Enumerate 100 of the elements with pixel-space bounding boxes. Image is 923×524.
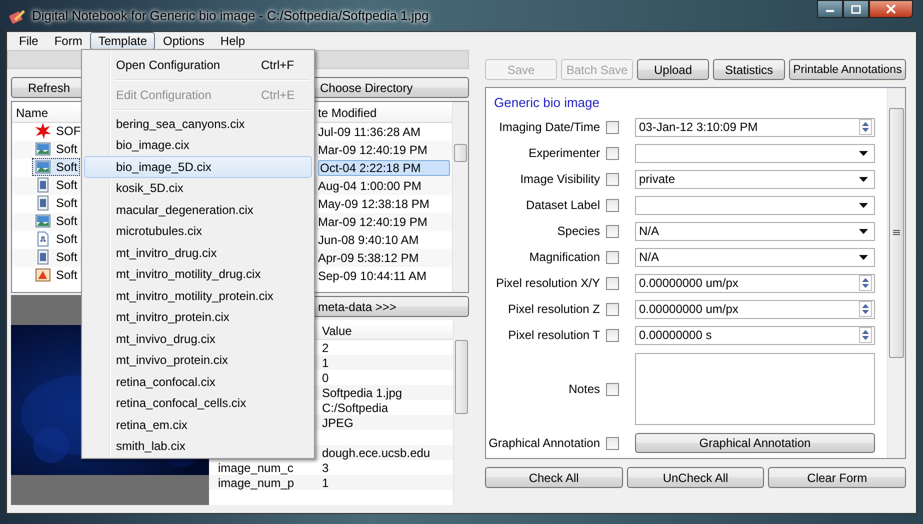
- menu-item[interactable]: smith_lab.cix: [84, 436, 312, 457]
- minimize-button[interactable]: [817, 0, 843, 18]
- file-name: Soft: [56, 178, 78, 192]
- file-date: Jul-09 11:36:28 AM: [318, 125, 422, 139]
- menu-item[interactable]: bering_sea_canyons.cix: [84, 113, 312, 134]
- file-name: Soft: [56, 214, 78, 228]
- checkbox[interactable]: [606, 436, 619, 450]
- menu-item[interactable]: macular_degeneration.cix: [84, 199, 312, 220]
- checkbox[interactable]: [606, 250, 619, 264]
- notes-field[interactable]: [635, 353, 875, 425]
- dropdown[interactable]: [635, 144, 875, 162]
- dropdown[interactable]: private: [635, 170, 875, 188]
- file-name: Soft: [56, 268, 78, 282]
- form-button[interactable]: UnCheck All: [626, 467, 764, 488]
- file-name: Soft: [56, 250, 78, 264]
- menu-item[interactable]: Form: [46, 32, 90, 50]
- caret-icon: [859, 176, 868, 182]
- file-name: Soft: [56, 160, 78, 174]
- spin-box[interactable]: 03-Jan-12 3:10:09 PM: [635, 118, 875, 136]
- spin-arrows-icon[interactable]: [859, 301, 872, 317]
- menu-item[interactable]: kosik_5D.cix: [84, 178, 312, 199]
- grip-icon: [893, 230, 900, 236]
- dropdown[interactable]: N/A: [635, 248, 875, 266]
- file-name: Soft: [56, 196, 78, 210]
- spin-box[interactable]: 0.00000000 um/px: [635, 274, 875, 292]
- film-icon: [35, 249, 51, 265]
- film-icon: [35, 195, 51, 211]
- close-button[interactable]: [869, 0, 913, 18]
- menu-item[interactable]: mt_invitro_drug.cix: [84, 242, 312, 264]
- menu-item[interactable]: bio_image.cix: [84, 134, 312, 156]
- toolbar-button[interactable]: Statistics: [713, 59, 785, 80]
- menu-item[interactable]: Help: [212, 32, 254, 50]
- checkbox[interactable]: [606, 302, 619, 316]
- form-button[interactable]: Clear Form: [768, 467, 906, 488]
- spin-box[interactable]: 0.00000000 s: [635, 326, 875, 344]
- file-date: Apr-09 5:38:12 PM: [318, 251, 420, 265]
- menu-item[interactable]: Template: [90, 32, 156, 50]
- file-row-highlight[interactable]: Soft: [32, 194, 80, 212]
- menu-item[interactable]: mt_invitro_motility_drug.cix: [84, 264, 312, 285]
- dropdown[interactable]: N/A: [635, 222, 875, 240]
- metadata-value: JPEG: [322, 416, 354, 430]
- caret-icon: [859, 254, 868, 260]
- column-header[interactable]: te Modified: [318, 106, 452, 120]
- spin-arrows-icon[interactable]: [859, 119, 872, 135]
- checkbox[interactable]: [606, 120, 619, 134]
- menu-item[interactable]: microtubules.cix: [84, 220, 312, 242]
- field-label: Species: [556, 224, 600, 238]
- metadata-value: dough.ece.ucsb.edu: [322, 446, 430, 460]
- checkbox[interactable]: [606, 276, 619, 290]
- menu-item[interactable]: File: [11, 32, 46, 50]
- caret-icon: [859, 202, 868, 208]
- file-date: Mar-09 12:40:19 PM: [318, 143, 428, 157]
- caret-icon: [859, 228, 868, 234]
- graphical-annotation-button[interactable]: Graphical Annotation: [635, 433, 875, 453]
- image-file-icon: [35, 213, 51, 229]
- menu-item[interactable]: retina_confocal_cells.cix: [84, 392, 312, 414]
- file-date: Mar-09 12:40:19 PM: [318, 215, 428, 229]
- metadata-value: Softpedia 1.jpg: [322, 386, 402, 400]
- menu-item[interactable]: retina_confocal.cix: [84, 371, 312, 392]
- field-label: Dataset Label: [524, 198, 600, 212]
- dropdown[interactable]: [635, 196, 875, 214]
- file-row-highlight[interactable]: Soft: [32, 266, 80, 284]
- caret-icon: [859, 150, 868, 156]
- spin-box[interactable]: 0.00000000 um/px: [635, 300, 875, 318]
- checkbox[interactable]: [606, 172, 619, 186]
- metadata-value: C:/Softpedia: [322, 400, 388, 414]
- metadata-value: 1: [322, 476, 329, 490]
- checkbox[interactable]: [606, 382, 619, 396]
- checkbox[interactable]: [606, 198, 619, 212]
- form-button[interactable]: Check All: [485, 467, 623, 488]
- menu-item[interactable]: mt_invivo_protein.cix: [84, 350, 312, 371]
- checkbox[interactable]: [606, 328, 619, 342]
- menu-item[interactable]: Options: [155, 32, 212, 50]
- menu-item[interactable]: retina_em.cix: [84, 414, 312, 436]
- file-name: SOF: [56, 124, 81, 138]
- file-row-highlight[interactable]: Soft: [32, 212, 80, 230]
- file-date: Jun-08 9:40:10 AM: [318, 233, 420, 247]
- metadata-value: 2: [322, 340, 329, 354]
- file-row-highlight[interactable]: Soft: [32, 158, 80, 176]
- menu-item[interactable]: mt_invivo_drug.cix: [84, 328, 312, 350]
- menu-item[interactable]: bio_image_5D.cix: [84, 156, 312, 178]
- file-row-highlight[interactable]: Soft: [32, 176, 80, 194]
- checkbox[interactable]: [606, 146, 619, 160]
- checkbox[interactable]: [606, 224, 619, 238]
- spin-arrows-icon[interactable]: [859, 327, 872, 343]
- menu-item[interactable]: Open Configuration Ctrl+F: [84, 53, 312, 77]
- spin-arrows-icon[interactable]: [859, 275, 872, 291]
- metadata-value: 3: [322, 460, 329, 474]
- file-row-highlight[interactable]: Soft: [32, 230, 80, 248]
- metadata-value: 1: [322, 356, 329, 370]
- toolbar-button[interactable]: Printable Annotations: [789, 59, 906, 80]
- field-label: Imaging Date/Time: [498, 120, 600, 134]
- scrollbar[interactable]: [887, 88, 905, 458]
- scrollbar[interactable]: [452, 102, 468, 292]
- file-row-highlight[interactable]: SOF: [32, 122, 84, 140]
- file-row-highlight[interactable]: Soft: [32, 248, 80, 266]
- maximize-button[interactable]: [843, 0, 869, 18]
- file-row-highlight[interactable]: Soft: [32, 140, 80, 158]
- toolbar-button[interactable]: Upload: [637, 59, 709, 80]
- field-label: Pixel resolution Z: [506, 302, 600, 316]
